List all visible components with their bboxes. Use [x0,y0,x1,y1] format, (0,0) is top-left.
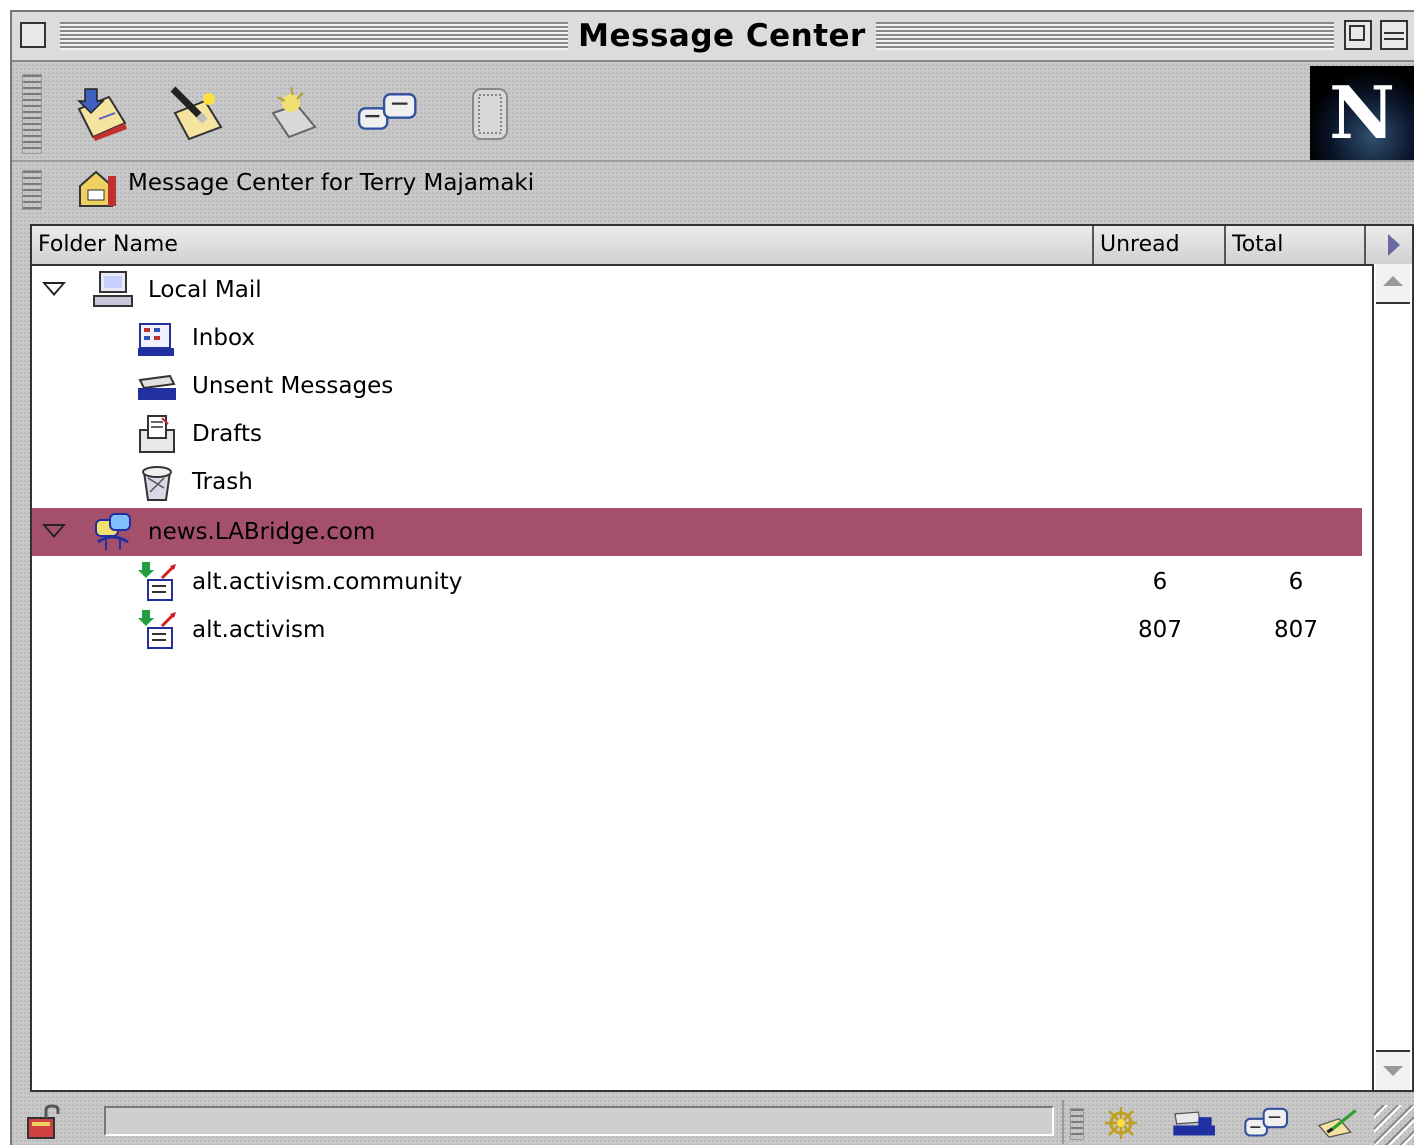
folder-row-inbox[interactable]: Inbox [32,314,1362,362]
component-bar-grip[interactable] [1070,1108,1084,1140]
unread-count: 807 [1138,617,1182,643]
toolbar-grip[interactable] [22,74,42,154]
folder-label: Inbox [192,325,255,351]
composer-icon[interactable] [1314,1104,1364,1142]
unread-count: 6 [1152,569,1168,595]
folder-row-trash[interactable]: Trash [32,458,1362,506]
join-groups-icon[interactable] [356,82,420,144]
total-count: 807 [1274,617,1318,643]
vertical-scrollbar[interactable] [1372,264,1412,1090]
folder-row-drafts[interactable]: Drafts [32,410,1362,458]
security-lock-icon[interactable] [24,1104,64,1140]
title-bar-stripes-right [876,22,1334,50]
get-messages-icon[interactable] [70,82,134,144]
title-bar-stripes-left [60,22,568,50]
disclosure-triangle-icon[interactable] [42,282,66,296]
message-center-icon [79,170,116,207]
message-center-window: Message Center N Message Center for Terr… [10,10,1414,1145]
stop-icon[interactable] [458,82,522,144]
netscape-logo[interactable]: N [1310,66,1414,160]
folder-row-unsent-messages[interactable]: Unsent Messages [32,362,1362,410]
status-message-field [104,1106,1054,1136]
local-mail-icon [93,271,133,307]
scroll-up-arrow-icon[interactable] [1376,264,1410,304]
column-header: Folder Name Unread Total [32,226,1412,266]
status-bar [12,1098,1414,1145]
drafts-icon [139,415,175,453]
location-text: Message Center for Terry Majamaki [128,170,535,196]
location-bar: Message Center for Terry Majamaki [12,162,1414,216]
column-total[interactable]: Total [1226,226,1366,264]
folder-list: Folder Name Unread Total Local Mail Inbo… [30,224,1414,1092]
folder-label: alt.activism.community [192,569,463,595]
newsgroup-icon [138,562,176,601]
new-message-icon[interactable] [164,82,228,144]
component-bar [1062,1100,1414,1144]
folder-label: alt.activism [192,617,326,643]
new-folder-icon[interactable] [262,82,326,144]
news-server-icon [95,513,131,550]
location-bar-grip[interactable] [22,170,42,210]
trash-icon [142,466,172,501]
close-box[interactable] [20,22,46,48]
column-unread[interactable]: Unread [1094,226,1226,264]
newsgroups-component-icon[interactable] [1242,1104,1292,1142]
folder-row-alt-activism[interactable]: alt.activism 807 807 [32,606,1362,654]
folder-label: Unsent Messages [192,373,394,399]
scroll-down-arrow-icon[interactable] [1376,1050,1410,1090]
folder-row-alt-activism-community[interactable]: alt.activism.community 6 6 [32,558,1362,606]
windowshade-box[interactable] [1380,20,1408,50]
zoom-box[interactable] [1344,20,1372,50]
column-picker[interactable] [1366,226,1412,264]
column-folder-name[interactable]: Folder Name [32,226,1094,264]
window-title: Message Center [572,16,872,56]
folder-label: Local Mail [148,277,262,303]
column-picker-arrow-icon [1378,228,1410,262]
folder-label: news.LABridge.com [148,519,376,545]
folder-label: Trash [192,469,253,495]
folder-row-local-mail[interactable]: Local Mail [32,266,1362,314]
toolbar: N [12,64,1414,162]
title-bar[interactable]: Message Center [12,12,1414,62]
navigator-icon[interactable] [1096,1104,1146,1142]
newsgroup-icon [138,610,176,649]
inbox-icon [138,323,174,356]
resize-handle[interactable] [1374,1105,1414,1145]
disclosure-triangle-icon[interactable] [42,524,66,538]
unsent-messages-icon [138,374,176,400]
folder-label: Drafts [192,421,262,447]
folder-row-news-server[interactable]: news.LABridge.com [32,508,1362,556]
total-count: 6 [1288,569,1304,595]
inbox-component-icon[interactable] [1170,1104,1220,1142]
